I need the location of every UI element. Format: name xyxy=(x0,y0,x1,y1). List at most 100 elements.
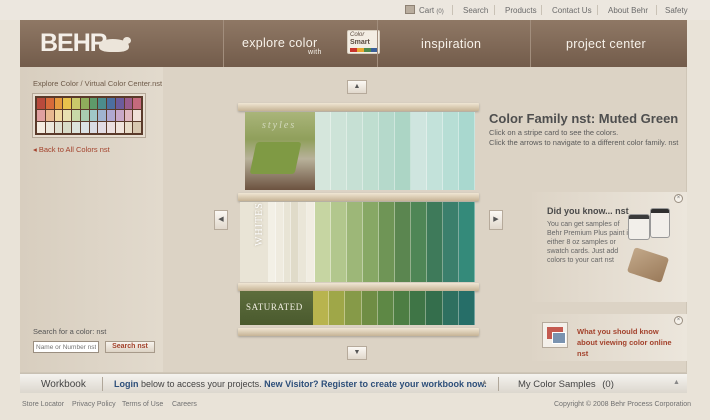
tip-link[interactable]: What you should know about viewing color… xyxy=(577,326,672,359)
close-icon[interactable]: × xyxy=(674,194,683,203)
color-stripe[interactable] xyxy=(363,112,379,190)
thumbnail-swatch xyxy=(54,110,63,121)
thumbnail-swatch xyxy=(115,110,124,121)
did-you-know-line: either 8 oz samples or xyxy=(547,239,616,246)
close-icon[interactable]: × xyxy=(674,316,683,325)
color-stripe[interactable] xyxy=(329,291,346,325)
register-link[interactable]: New Visitor? Register to create your wor… xyxy=(264,379,487,389)
privacy-policy-link[interactable]: Privacy Policy xyxy=(72,401,116,408)
divider xyxy=(656,5,657,15)
color-stripe[interactable] xyxy=(315,202,331,282)
down-arrow-button[interactable]: ▼ xyxy=(347,346,367,360)
color-wall-thumbnail[interactable] xyxy=(33,94,145,137)
thumbnail-swatch xyxy=(107,110,115,121)
thumbnail-swatch xyxy=(72,122,80,133)
color-stripe[interactable] xyxy=(427,112,443,190)
thumbnail-swatch xyxy=(45,110,54,121)
nav-inspiration[interactable]: inspiration xyxy=(421,37,481,51)
color-stripe[interactable] xyxy=(377,291,395,325)
about-behr-link[interactable]: About Behr xyxy=(608,6,648,15)
cart-link[interactable]: Cart (0) xyxy=(419,6,444,15)
color-stripe[interactable] xyxy=(394,291,411,325)
nav-explore-color[interactable]: explore color xyxy=(242,36,317,50)
contact-us-link[interactable]: Contact Us xyxy=(552,6,592,15)
products-link[interactable]: Products xyxy=(505,6,537,15)
color-stripe[interactable] xyxy=(410,291,427,325)
login-link[interactable]: Login xyxy=(114,379,139,389)
color-stripe[interactable] xyxy=(443,202,459,282)
styles-photo[interactable]: styles xyxy=(245,112,315,190)
stripe-card-whites[interactable] xyxy=(268,202,315,282)
color-stripe[interactable] xyxy=(361,291,378,325)
right-arrow-button[interactable]: ▶ xyxy=(489,210,503,230)
color-stripe[interactable] xyxy=(379,112,395,190)
stripe-card-row-whites[interactable] xyxy=(315,202,475,282)
divider xyxy=(102,377,103,391)
search-link[interactable]: Search xyxy=(463,6,488,15)
expand-icon[interactable]: ▲ xyxy=(673,379,680,386)
color-stripe[interactable] xyxy=(426,291,443,325)
color-stripe[interactable] xyxy=(427,202,443,282)
color-stripe[interactable] xyxy=(331,202,347,282)
divider xyxy=(541,5,542,15)
terms-of-use-link[interactable]: Terms of Use xyxy=(122,401,163,408)
nav-project-center[interactable]: project center xyxy=(566,37,646,51)
search-button[interactable]: Search nst xyxy=(105,341,155,353)
did-you-know-line: Behr Premium Plus paint in xyxy=(547,230,632,237)
color-family-title: Color Family nst: Muted Green xyxy=(489,111,679,126)
shelf xyxy=(238,328,479,336)
saturated-label: SATURATED xyxy=(246,302,303,312)
workbook-label[interactable]: Workbook xyxy=(41,379,86,390)
white-stripe[interactable] xyxy=(299,202,308,282)
cart-icon[interactable] xyxy=(405,5,415,14)
thumbnail-swatch xyxy=(89,110,98,121)
stripe-card-row-styles[interactable] xyxy=(315,112,475,190)
color-search-input[interactable] xyxy=(33,341,99,353)
expand-icon[interactable]: ▲ xyxy=(481,379,488,386)
left-arrow-button[interactable]: ◀ xyxy=(214,210,228,230)
instruction-text: Click the arrows to navigate to a differ… xyxy=(489,138,679,147)
color-stripe[interactable] xyxy=(395,202,411,282)
color-stripe[interactable] xyxy=(459,112,475,190)
color-stripe[interactable] xyxy=(395,112,411,190)
careers-link[interactable]: Careers xyxy=(172,401,197,408)
safety-link[interactable]: Safety xyxy=(665,6,688,15)
color-stripe[interactable] xyxy=(459,202,475,282)
color-stripe[interactable] xyxy=(315,112,331,190)
saturated-label-panel[interactable]: SATURATED xyxy=(240,291,313,325)
white-stripe[interactable] xyxy=(275,202,284,282)
white-stripe[interactable] xyxy=(268,202,276,282)
color-stripe[interactable] xyxy=(345,291,362,325)
color-stripe[interactable] xyxy=(363,202,379,282)
white-stripe[interactable] xyxy=(291,202,300,282)
color-stripe[interactable] xyxy=(443,112,459,190)
white-stripe[interactable] xyxy=(283,202,292,282)
breadcrumb[interactable]: Explore Color / Virtual Color Center.nst xyxy=(33,79,162,88)
workbook-message: Login below to access your projects. New… xyxy=(114,379,487,389)
color-stripe[interactable] xyxy=(458,291,475,325)
viewing-color-tip[interactable]: What you should know about viewing color… xyxy=(532,314,687,361)
store-locator-link[interactable]: Store Locator xyxy=(22,401,64,408)
site-header: BEHR explore color with Color Smart insp… xyxy=(20,20,687,67)
color-stripe[interactable] xyxy=(347,202,363,282)
up-arrow-button[interactable]: ▲ xyxy=(347,80,367,94)
stripe-card-row-saturated[interactable] xyxy=(313,291,475,325)
swatch-cards-icon xyxy=(626,247,670,283)
white-stripe[interactable] xyxy=(307,202,315,282)
colorsmart-logo[interactable]: Color Smart xyxy=(347,30,380,54)
behr-logo[interactable]: BEHR xyxy=(40,29,108,58)
color-stripe[interactable] xyxy=(411,202,427,282)
color-stripe[interactable] xyxy=(331,112,347,190)
did-you-know-line: colors to your cart nst xyxy=(547,257,614,264)
color-stripe[interactable] xyxy=(442,291,459,325)
thumbnail-swatch xyxy=(54,122,63,133)
color-stripe[interactable] xyxy=(313,291,330,325)
color-stripe[interactable] xyxy=(379,202,395,282)
my-color-samples[interactable]: My Color Samples (0) xyxy=(518,379,614,390)
color-stripe[interactable] xyxy=(347,112,363,190)
back-to-all-colors-link[interactable]: ◂ Back to All Colors nst xyxy=(33,145,110,154)
color-stripe[interactable] xyxy=(411,112,427,190)
thumbnail-swatch xyxy=(98,98,106,109)
did-you-know-text: You can get samples of Behr Premium Plus… xyxy=(547,220,632,265)
whites-label: WHITES xyxy=(254,202,265,246)
